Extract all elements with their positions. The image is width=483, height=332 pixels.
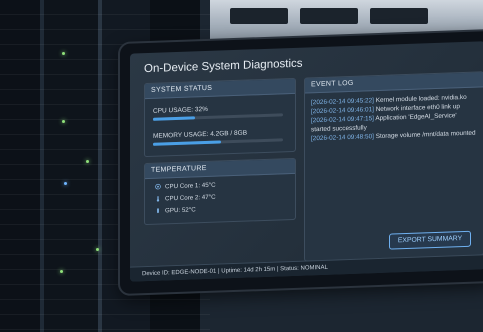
status-led xyxy=(62,120,65,123)
memory-usage-fill xyxy=(153,140,222,146)
memory-usage-bar xyxy=(153,138,283,146)
temp-cpu2-label: CPU Core 2: 47°C xyxy=(165,193,216,203)
cpu-usage-bar xyxy=(153,113,283,121)
temp-row-cpu1: CPU Core 1: 45°C xyxy=(155,182,216,191)
temp-gpu-label: GPU: 52°C xyxy=(165,206,196,215)
cpu-usage-fill xyxy=(153,116,195,121)
temp-row-cpu2: CPU Core 2: 47°C xyxy=(155,194,216,203)
log-timestamp: [2026-02-14 09:47:15] xyxy=(311,115,374,125)
status-led xyxy=(60,270,63,273)
temp-row-gpu: GPU: 52°C xyxy=(155,206,196,214)
chip-icon xyxy=(155,184,161,190)
system-status-panel: SYSTEM STATUS CPU USAGE: 32% MEMORY USAG… xyxy=(144,77,296,158)
system-status-header: SYSTEM STATUS xyxy=(145,78,295,100)
temp-cpu1-label: CPU Core 1: 45°C xyxy=(165,181,216,191)
status-led xyxy=(96,248,99,251)
screen: On-Device System Diagnostics SYSTEM STAT… xyxy=(130,41,483,282)
export-summary-button[interactable]: EXPORT SUMMARY xyxy=(389,230,471,250)
event-log-panel: EVENT LOG [2026-02-14 09:45:22] Kernel m… xyxy=(304,71,483,262)
drive-slot xyxy=(230,8,288,24)
diagnostics-monitor: On-Device System Diagnostics SYSTEM STAT… xyxy=(120,30,483,294)
log-message: Storage volume /mnt/data mounted xyxy=(375,129,476,141)
window-title: On-Device System Diagnostics xyxy=(144,57,303,76)
drive-slot xyxy=(370,8,428,24)
log-timestamp: [2026-02-14 09:48:50] xyxy=(311,133,374,143)
temperature-panel: TEMPERATURE CPU Core 1: 45°C CPU Core 2:… xyxy=(144,157,296,226)
event-log-list: [2026-02-14 09:45:22] Kernel module load… xyxy=(311,93,477,144)
drive-slot xyxy=(300,8,358,24)
cpu-usage-label: CPU USAGE: 32% xyxy=(153,105,208,115)
thermometer-icon xyxy=(156,196,160,203)
gpu-icon xyxy=(157,208,159,214)
status-led xyxy=(62,52,65,55)
temperature-header: TEMPERATURE xyxy=(145,158,295,180)
memory-usage-label: MEMORY USAGE: 4.2GB / 8GB xyxy=(153,129,248,140)
status-led xyxy=(64,182,67,185)
event-log-header: EVENT LOG xyxy=(305,72,483,94)
status-led xyxy=(86,160,89,163)
